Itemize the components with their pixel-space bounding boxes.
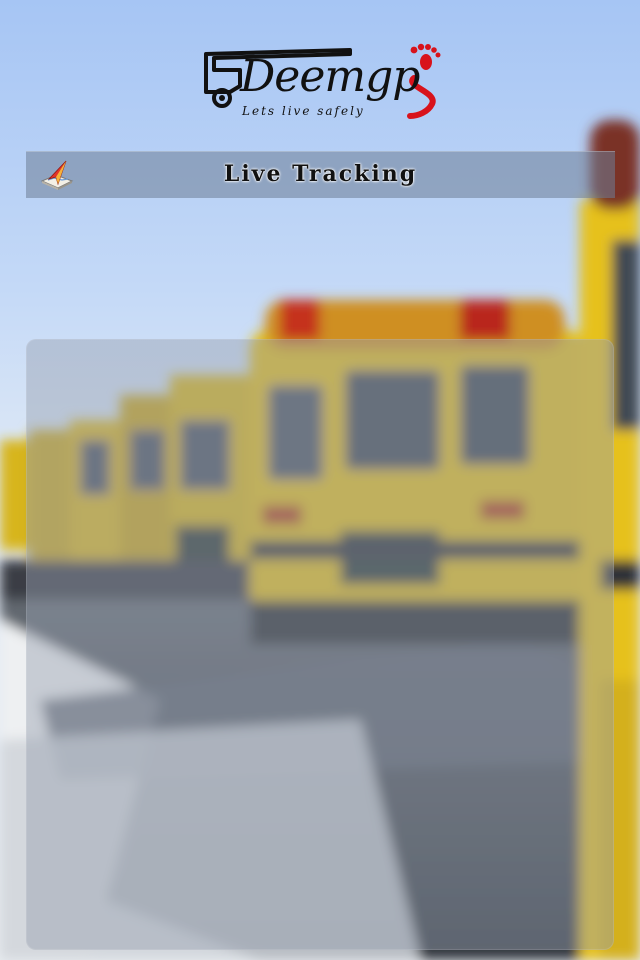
map-panel[interactable] [26,339,614,950]
brand-logo: Deemgp Lets live safely [200,42,444,122]
brand-tagline: Lets live safely [242,104,365,118]
brand-wordmark: Deemgp [240,51,420,102]
page-title: Live Tracking [223,161,418,187]
header-bar: Live Tracking [26,151,615,198]
live-tracking-screen: Deemgp Lets live safely Live Tracking [0,0,640,960]
